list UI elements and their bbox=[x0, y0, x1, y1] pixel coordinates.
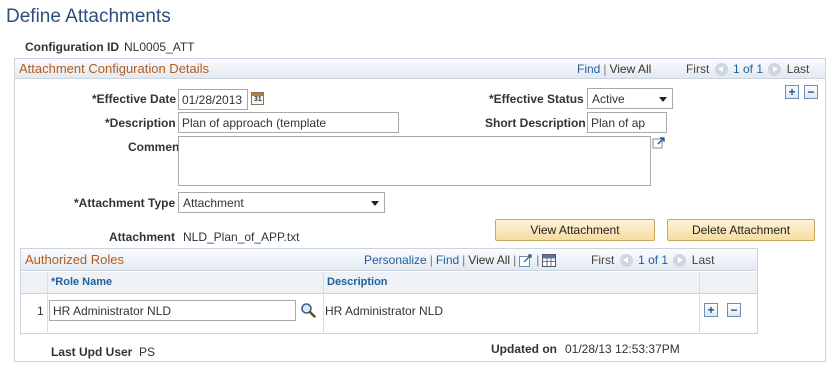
grid-find-link[interactable]: Find bbox=[436, 253, 459, 267]
zoom-icon[interactable] bbox=[519, 254, 533, 268]
effective-status-select[interactable]: Active bbox=[587, 88, 673, 109]
delete-attachment-button[interactable]: Delete Attachment bbox=[667, 219, 815, 241]
grid-last-label: Last bbox=[691, 253, 715, 267]
row-count: 1 of 1 bbox=[732, 62, 764, 76]
column-header-description[interactable]: Description bbox=[323, 272, 699, 294]
grid-row-count: 1 of 1 bbox=[638, 253, 669, 267]
grid-title: Authorized Roles bbox=[25, 252, 124, 267]
grid-first-label: First bbox=[591, 253, 615, 267]
grid-previous-icon[interactable] bbox=[619, 254, 633, 268]
delete-row-button[interactable]: − bbox=[804, 85, 818, 99]
authorized-roles-grid: Authorized Roles Personalize | Find | View A… bbox=[20, 248, 758, 334]
attachment-type-value: Attachment bbox=[183, 196, 244, 210]
short-description-input[interactable] bbox=[587, 112, 667, 133]
configuration-id-label: Configuration ID bbox=[25, 40, 119, 54]
calendar-icon[interactable]: 31 bbox=[251, 92, 264, 105]
effective-status-value: Active bbox=[592, 92, 625, 106]
comments-textarea[interactable] bbox=[178, 136, 651, 186]
chevron-down-icon bbox=[371, 201, 379, 206]
delete-role-row-button[interactable]: − bbox=[727, 303, 741, 317]
column-header-role-name[interactable]: *Role Name bbox=[47, 272, 323, 294]
configuration-id-value: NL0005_ATT bbox=[124, 40, 195, 54]
group-title: Attachment Configuration Details bbox=[19, 61, 210, 76]
attachment-type-label: *Attachment Type bbox=[74, 196, 176, 210]
find-link[interactable]: Find bbox=[577, 62, 600, 76]
table-row: 1 HR Administrator NLD + − bbox=[21, 295, 757, 327]
first-label: First bbox=[685, 62, 710, 76]
grid-header: Authorized Roles Personalize | Find | View A… bbox=[21, 249, 757, 271]
row-number: 1 bbox=[37, 304, 44, 318]
last-upd-user-value: PS bbox=[139, 345, 156, 359]
effective-status-label: *Effective Status bbox=[489, 92, 584, 106]
group-header: Attachment Configuration Details Find | Vi… bbox=[15, 59, 825, 79]
view-all-link[interactable]: View All bbox=[609, 62, 651, 76]
view-attachment-button[interactable]: View Attachment bbox=[495, 219, 655, 241]
page-title: Define Attachments bbox=[6, 6, 171, 27]
effective-date-input[interactable] bbox=[178, 89, 248, 110]
personalize-link[interactable]: Personalize bbox=[364, 253, 427, 267]
spreadsheet-icon[interactable] bbox=[542, 254, 557, 268]
grid-view-all-link[interactable]: View All bbox=[468, 253, 510, 267]
attachment-type-select[interactable]: Attachment bbox=[178, 192, 385, 213]
details-navigation: Find | View All First 1 of 1 Last bbox=[577, 62, 810, 77]
next-icon[interactable] bbox=[768, 63, 782, 77]
updated-on-label: Updated on bbox=[491, 342, 557, 356]
description-label: *Description bbox=[105, 116, 176, 130]
add-role-row-button[interactable]: + bbox=[704, 303, 718, 317]
attachment-label: Attachment bbox=[109, 230, 176, 244]
role-name-input[interactable] bbox=[49, 300, 296, 321]
last-upd-user-label: Last Upd User bbox=[51, 345, 133, 359]
grid-navigation: Personalize | Find | View All | | First 1 of 1… bbox=[364, 253, 715, 268]
attachment-config-details-group: Attachment Configuration Details Find | Vi… bbox=[14, 58, 826, 362]
last-label: Last bbox=[786, 62, 810, 76]
previous-icon[interactable] bbox=[714, 63, 728, 77]
lookup-magnifier-icon[interactable] bbox=[300, 302, 316, 318]
column-header-actions bbox=[699, 272, 757, 294]
expand-icon[interactable] bbox=[652, 136, 666, 150]
attachment-filename: NLD_Plan_of_APP.txt bbox=[183, 230, 300, 244]
description-input[interactable] bbox=[178, 112, 399, 133]
grid-next-icon[interactable] bbox=[673, 254, 687, 268]
effective-date-label: *Effective Date bbox=[92, 92, 177, 106]
short-description-label: Short Description bbox=[485, 116, 586, 130]
chevron-down-icon bbox=[659, 97, 667, 102]
column-header-row-number bbox=[21, 272, 47, 294]
add-row-button[interactable]: + bbox=[785, 85, 799, 99]
role-description: HR Administrator NLD bbox=[325, 304, 444, 318]
updated-on-value: 01/28/13 12:53:37PM bbox=[565, 342, 680, 356]
